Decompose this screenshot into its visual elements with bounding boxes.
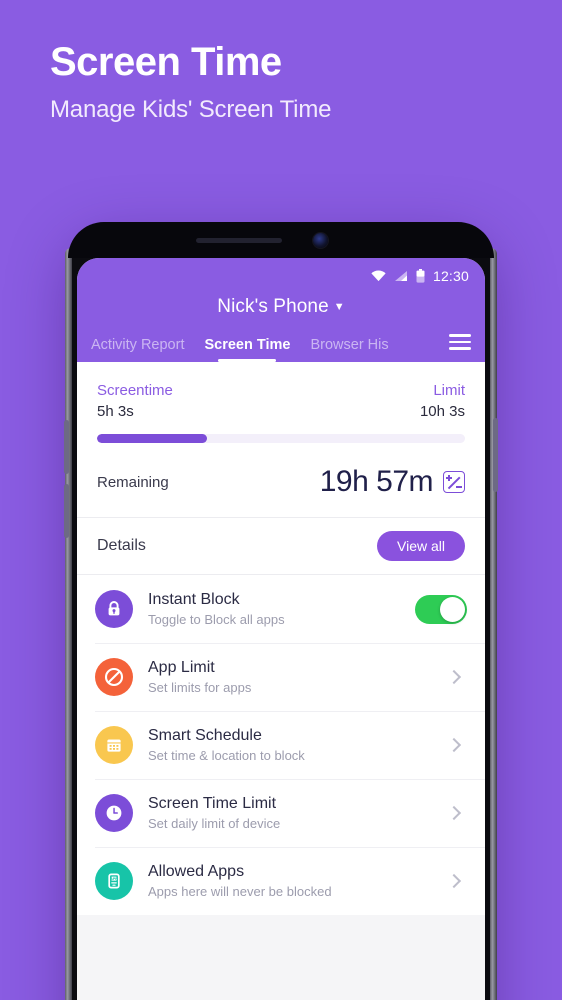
list-item-text: Smart Schedule Set time & location to bl… <box>148 727 434 763</box>
promo-subtitle: Manage Kids' Screen Time <box>50 96 332 123</box>
promo-title: Screen Time <box>50 40 282 84</box>
list-item-text: Screen Time Limit Set daily limit of dev… <box>148 795 434 831</box>
app-bar: 12:30 Nick's Phone ▼ Activity Report Scre… <box>77 258 485 362</box>
screentime-summary-card: Screentime 5h 3s Limit 10h 3s Remaining … <box>77 362 485 517</box>
toggle-knob <box>440 596 465 622</box>
chevron-right-icon[interactable] <box>446 669 462 685</box>
plus-horizontal-stroke <box>445 477 452 479</box>
remaining-right-group: 19h 57m <box>320 465 465 499</box>
phone-device: 12:30 Nick's Phone ▼ Activity Report Scre… <box>64 222 498 1000</box>
volume-up-button[interactable] <box>64 420 69 474</box>
wifi-icon <box>371 270 386 282</box>
screentime-value: 5h 3s <box>97 403 134 420</box>
list-item-title: Allowed Apps <box>148 863 245 880</box>
screentime-progress-bar <box>97 434 465 443</box>
limit-block: Limit 10h 3s <box>420 382 465 420</box>
clock-icon <box>95 794 133 832</box>
settings-list: Instant Block Toggle to Block all apps A… <box>77 575 485 915</box>
list-item-smart-schedule[interactable]: Smart Schedule Set time & location to bl… <box>77 711 485 779</box>
calendar-icon <box>95 726 133 764</box>
list-item-text: Allowed Apps Apps here will never be blo… <box>148 863 434 899</box>
list-item-instant-block[interactable]: Instant Block Toggle to Block all apps <box>77 575 485 643</box>
hamburger-line <box>449 334 471 337</box>
hamburger-line <box>449 340 471 344</box>
list-item-subtitle: Set daily limit of device <box>148 816 281 831</box>
list-item-allowed-apps[interactable]: APP Allowed Apps Apps here will never be… <box>77 847 485 915</box>
cellular-signal-icon <box>394 270 408 282</box>
app-phone-icon: APP <box>95 862 133 900</box>
instant-block-toggle[interactable] <box>415 594 467 624</box>
earpiece-speaker <box>196 238 282 243</box>
plus-minus-adjust-icon[interactable] <box>443 471 465 493</box>
no-entry-icon <box>95 658 133 696</box>
details-label: Details <box>97 537 146 554</box>
status-bar-time: 12:30 <box>432 268 469 284</box>
promo-header: Screen Time Manage Kids' Screen Time <box>0 0 562 124</box>
list-item-screen-time-limit[interactable]: Screen Time Limit Set daily limit of dev… <box>77 779 485 847</box>
phone-notch-bar <box>68 222 494 258</box>
lock-icon <box>95 590 133 628</box>
tab-activity-report[interactable]: Activity Report <box>91 337 184 362</box>
hamburger-line <box>449 347 471 350</box>
status-bar: 12:30 <box>77 264 485 286</box>
tab-bar: Activity Report Screen Time Browser His <box>77 320 485 362</box>
list-item-subtitle: Apps here will never be blocked <box>148 884 332 899</box>
list-item-title: Instant Block <box>148 591 240 608</box>
front-camera-icon <box>313 233 328 248</box>
tab-browser-history[interactable]: Browser His <box>310 337 388 362</box>
list-item-subtitle: Set time & location to block <box>148 748 305 763</box>
limit-label: Limit <box>433 382 465 399</box>
hamburger-menu-icon[interactable] <box>449 334 471 350</box>
remaining-value: 19h 57m <box>319 465 434 498</box>
chevron-right-icon[interactable] <box>446 873 462 889</box>
chevron-right-icon[interactable] <box>446 805 462 821</box>
list-item-title: Screen Time Limit <box>148 795 277 812</box>
phone-screen: 12:30 Nick's Phone ▼ Activity Report Scre… <box>77 258 485 1000</box>
list-item-subtitle: Toggle to Block all apps <box>148 612 285 627</box>
list-item-subtitle: Set limits for apps <box>148 680 252 695</box>
limit-value: 10h 3s <box>419 403 465 420</box>
view-all-button[interactable]: View all <box>377 531 465 561</box>
svg-text:APP: APP <box>110 877 118 881</box>
remaining-label: Remaining <box>97 473 169 491</box>
list-item-text: Instant Block Toggle to Block all apps <box>148 591 400 627</box>
screentime-progress-fill <box>97 434 208 443</box>
remaining-row: Remaining 19h 57m <box>97 443 465 517</box>
list-item-title: Smart Schedule <box>148 727 262 744</box>
power-button[interactable] <box>493 418 498 492</box>
device-name-selector[interactable]: Nick's Phone ▼ <box>77 286 485 320</box>
details-row: Details View all <box>77 518 485 574</box>
chevron-right-icon[interactable] <box>446 737 462 753</box>
volume-down-button[interactable] <box>64 484 69 538</box>
minus-stroke <box>456 486 462 488</box>
screentime-label: Screentime <box>97 382 173 399</box>
phone-right-rail <box>490 248 497 1000</box>
chevron-down-icon: ▼ <box>333 300 345 313</box>
tab-screen-time[interactable]: Screen Time <box>204 337 290 362</box>
list-item-text: App Limit Set limits for apps <box>148 659 434 695</box>
phone-left-rail <box>65 248 72 1000</box>
screentime-block: Screentime 5h 3s <box>97 382 173 420</box>
summary-top-row: Screentime 5h 3s Limit 10h 3s <box>97 382 465 420</box>
device-name-label: Nick's Phone <box>217 296 329 317</box>
list-item-title: App Limit <box>148 659 215 676</box>
battery-icon <box>416 269 425 283</box>
list-item-app-limit[interactable]: App Limit Set limits for apps <box>77 643 485 711</box>
